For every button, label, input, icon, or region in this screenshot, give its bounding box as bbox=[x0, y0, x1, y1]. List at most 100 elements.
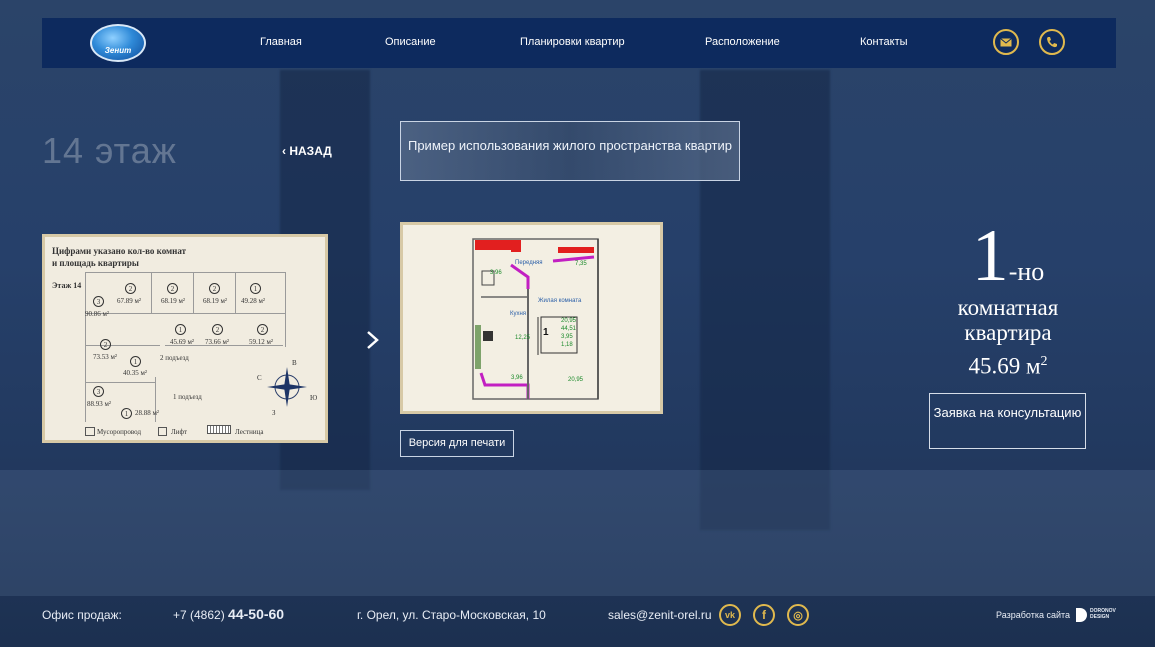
apt-area: 67.89 м² bbox=[117, 297, 142, 305]
top-navigation: Зенит Главная Описание Планировки кварти… bbox=[42, 18, 1116, 68]
apt-rooms: 2 bbox=[212, 324, 223, 335]
phone-button[interactable] bbox=[1039, 29, 1065, 55]
floor-plan-image[interactable]: Цифрами указано кол-во комнат и площадь … bbox=[42, 234, 328, 443]
email-link[interactable]: sales@zenit-orel.ru bbox=[608, 608, 712, 622]
elevator-icon bbox=[158, 427, 167, 436]
area-table: 20,95 44,51 3,95 1,18 bbox=[561, 317, 576, 349]
compass-north: С bbox=[257, 374, 262, 382]
apt-rooms: 2 bbox=[125, 283, 136, 294]
area-value: 3,95 bbox=[561, 334, 573, 340]
developer-brand[interactable]: DORONOV DESIGN bbox=[1090, 608, 1118, 620]
doronov-logo-icon[interactable] bbox=[1076, 608, 1087, 622]
apt-area: 68.19 м² bbox=[161, 297, 186, 305]
wall-line bbox=[151, 272, 152, 314]
apt-area: 68.19 м² bbox=[203, 297, 228, 305]
apt-area: 45.69 м² bbox=[170, 338, 195, 346]
instagram-icon[interactable]: ◎ bbox=[787, 604, 809, 626]
room-kitchen: Кухня bbox=[510, 311, 527, 317]
apartment-summary: 1-но комнатная квартира 45.69 м2 bbox=[930, 217, 1086, 379]
legend-stairs: Лестница bbox=[235, 428, 264, 436]
mail-button[interactable] bbox=[993, 29, 1019, 55]
floor-title: 14 этаж bbox=[42, 130, 177, 171]
nav-floor-plans[interactable]: Планировки квартир bbox=[520, 36, 625, 48]
apt-area: 88.93 м² bbox=[87, 400, 112, 408]
area-value: 20,95 bbox=[561, 318, 577, 324]
office-address: г. Орел, ул. Старо-Московская, 10 bbox=[357, 608, 546, 622]
phone-icon bbox=[1047, 37, 1057, 48]
dim-label: 3,96 bbox=[490, 270, 502, 276]
apt-rooms: 1 bbox=[250, 283, 261, 294]
nav-description[interactable]: Описание bbox=[385, 36, 436, 48]
floor-plan-title-2: и площадь квартиры bbox=[52, 258, 139, 268]
apt-area: 49.28 м² bbox=[241, 297, 266, 305]
vk-icon[interactable]: vk bbox=[719, 604, 741, 626]
consultation-request-button[interactable]: Заявка на консультацию bbox=[929, 393, 1086, 449]
dim-label: 12,25 bbox=[515, 335, 531, 341]
dim-label: 20,95 bbox=[568, 377, 584, 383]
trash-chute-icon bbox=[85, 427, 95, 436]
nav-location[interactable]: Расположение bbox=[705, 36, 780, 48]
floor-plan-title-1: Цифрами указано кол-во комнат bbox=[52, 246, 187, 256]
background-city bbox=[0, 470, 1155, 596]
wall-line bbox=[85, 272, 86, 422]
wall-line bbox=[193, 272, 194, 314]
apt-rooms: 3 bbox=[93, 296, 104, 307]
apt-rooms: 3 bbox=[93, 386, 104, 397]
nav-home[interactable]: Главная bbox=[260, 36, 302, 48]
apt-rooms: 2 bbox=[257, 324, 268, 335]
floor-plan-floor-label: Этаж 14 bbox=[52, 281, 82, 290]
usage-example-button[interactable]: Пример использования жилого пространства… bbox=[400, 121, 740, 181]
footer: Офис продаж: +7 (4862) 44-50-60 г. Орел,… bbox=[0, 596, 1155, 636]
entrance-1: 1 подъезд bbox=[173, 393, 202, 401]
area-value: 44,51 bbox=[561, 326, 577, 332]
rooms-number: 1 bbox=[971, 215, 1009, 297]
facebook-icon[interactable]: f bbox=[753, 604, 775, 626]
print-version-button[interactable]: Версия для печати bbox=[400, 430, 514, 457]
phone-main: 44-50-60 bbox=[228, 606, 285, 622]
room-count: 1 bbox=[543, 327, 549, 338]
apartment-area: 45.69 м2 bbox=[930, 349, 1086, 379]
compass-rose-icon bbox=[267, 367, 307, 407]
wall-line bbox=[85, 345, 160, 346]
apt-rooms: 1 bbox=[175, 324, 186, 335]
phone-prefix: +7 (4862) bbox=[173, 608, 225, 622]
rooms-line-1: комнатная bbox=[957, 295, 1059, 320]
back-link[interactable]: ‹ НАЗАД bbox=[282, 144, 332, 158]
compass-east: В bbox=[292, 359, 297, 367]
room-hallway: Передняя bbox=[515, 260, 543, 266]
wall-line bbox=[235, 272, 236, 314]
back-label: НАЗАД bbox=[289, 144, 332, 158]
compass-south: Ю bbox=[310, 394, 318, 402]
apt-area: 40.35 м² bbox=[123, 369, 148, 377]
consultation-request-label: Заявка на консультацию bbox=[933, 405, 1082, 420]
dim-label: 7,35 bbox=[575, 261, 587, 267]
entrance-2: 2 подъезд bbox=[160, 354, 189, 362]
nav-contacts[interactable]: Контакты bbox=[860, 36, 908, 48]
area-unit-sup: 2 bbox=[1040, 354, 1048, 369]
apt-area: 28.88 м² bbox=[135, 409, 160, 417]
apt-area: 73.66 м² bbox=[205, 338, 230, 346]
rooms-line-2: квартира bbox=[964, 320, 1052, 345]
next-arrow-icon[interactable] bbox=[362, 328, 384, 352]
wall-line bbox=[285, 272, 286, 347]
stairs-icon bbox=[207, 425, 231, 434]
apt-rooms: 2 bbox=[100, 339, 111, 350]
area-value: 45.69 м bbox=[968, 353, 1041, 379]
wall-line bbox=[85, 382, 155, 383]
legend-trash-chute: Мусоропровод bbox=[97, 428, 142, 436]
dim-label: 3,96 bbox=[511, 375, 523, 381]
print-version-label: Версия для печати bbox=[408, 437, 506, 449]
zenit-logo[interactable]: Зенит bbox=[90, 24, 146, 62]
sales-phone[interactable]: +7 (4862) 44-50-60 bbox=[173, 606, 284, 622]
apt-rooms: 2 bbox=[167, 283, 178, 294]
logo-text: Зенит bbox=[104, 46, 132, 55]
developer-label: Разработка сайта bbox=[996, 610, 1071, 620]
compass-west: З bbox=[272, 409, 276, 417]
room-living: Жилая комната bbox=[538, 298, 582, 304]
rooms-suffix: -но bbox=[1008, 257, 1045, 286]
apartment-plan-image[interactable]: Передняя Жилая комната Кухня 1 20,95 44,… bbox=[400, 222, 663, 414]
apt-area: 59.12 м² bbox=[249, 338, 274, 346]
apt-area: 90.86 м² bbox=[85, 310, 110, 318]
office-label: Офис продаж: bbox=[42, 608, 122, 622]
apt-rooms: 1 bbox=[130, 356, 141, 367]
